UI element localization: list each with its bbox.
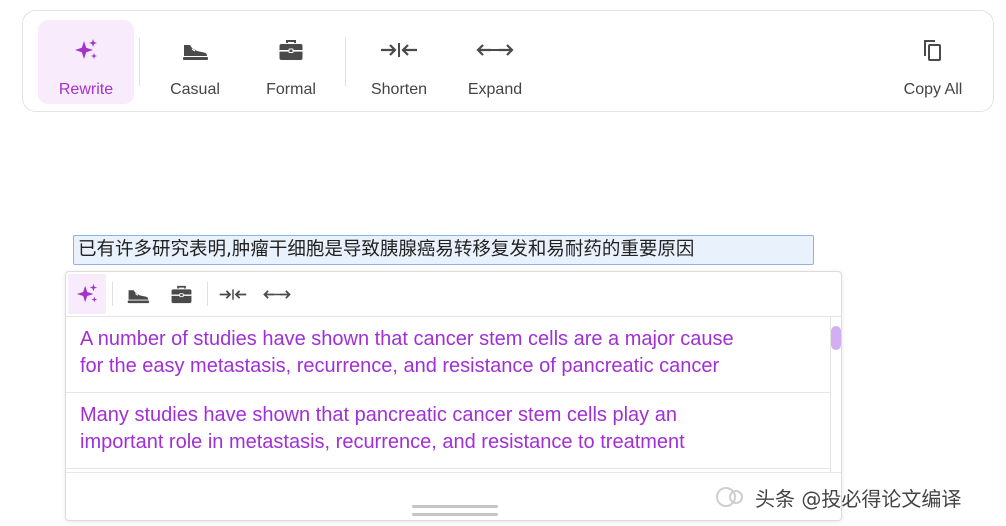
copy-all-label: Copy All — [903, 81, 963, 98]
copy-all-button[interactable]: Copy All — [885, 20, 981, 104]
arrows-inward-icon — [380, 38, 418, 62]
suggestion-scrollbar[interactable] — [831, 317, 841, 472]
casual-button[interactable]: Casual — [147, 20, 243, 104]
arrows-outward-icon — [263, 289, 291, 299]
briefcase-icon — [278, 38, 304, 62]
sparkle-icon — [76, 283, 98, 303]
toolbar-divider — [345, 38, 346, 86]
suggestion-text: Many studies have shown that pancreatic … — [80, 404, 685, 453]
popup-toolbar — [66, 272, 841, 317]
sneaker-icon — [181, 38, 209, 62]
arrows-inward-icon — [219, 288, 247, 300]
popup-toolbar-divider — [112, 282, 113, 306]
watermark: 头条 @投必得论文编译 — [715, 482, 961, 512]
suggestion-text: A number of studies have shown that canc… — [80, 328, 734, 377]
suggestion-item[interactable]: Many studies have shown that pancreatic … — [66, 393, 830, 469]
rewrite-label: Rewrite — [58, 81, 114, 98]
scrollbar-thumb[interactable] — [831, 326, 841, 350]
resize-handle[interactable] — [412, 513, 498, 516]
suggestion-list[interactable]: A number of studies have shown that canc… — [66, 317, 831, 472]
selected-source-text[interactable]: 已有许多研究表明,肿瘤干细胞是导致胰腺癌易转移复发和易耐药的重要原因 — [73, 235, 814, 265]
briefcase-icon — [171, 285, 191, 303]
shorten-button[interactable]: Shorten — [351, 20, 447, 104]
arrows-outward-icon — [476, 38, 514, 62]
expand-label: Expand — [467, 81, 523, 98]
suggestion-item[interactable]: A number of studies have shown that canc… — [66, 317, 830, 393]
popup-shorten-button[interactable] — [216, 274, 250, 314]
rewrite-button[interactable]: Rewrite — [38, 20, 134, 104]
formal-label: Formal — [266, 81, 316, 98]
watermark-text: 头条 @投必得论文编译 — [755, 486, 962, 511]
watermark-logo-icon — [716, 487, 743, 507]
formal-button[interactable]: Formal — [243, 20, 339, 104]
expand-button[interactable]: Expand — [447, 20, 543, 104]
popup-rewrite-button[interactable] — [68, 274, 106, 314]
popup-expand-button[interactable] — [260, 274, 294, 314]
popup-casual-button[interactable] — [121, 274, 155, 314]
casual-label: Casual — [170, 81, 220, 98]
popup-formal-button[interactable] — [164, 274, 198, 314]
toolbar-divider — [139, 38, 140, 86]
popup-toolbar-divider — [207, 282, 208, 306]
resize-handle[interactable] — [412, 505, 498, 508]
shorten-label: Shorten — [370, 81, 428, 98]
sparkle-icon — [73, 38, 99, 62]
copy-icon — [922, 38, 944, 62]
sneaker-icon — [127, 289, 150, 303]
rewrite-toolbar: Rewrite Casual Formal Shorten Expand Cop… — [22, 10, 994, 112]
